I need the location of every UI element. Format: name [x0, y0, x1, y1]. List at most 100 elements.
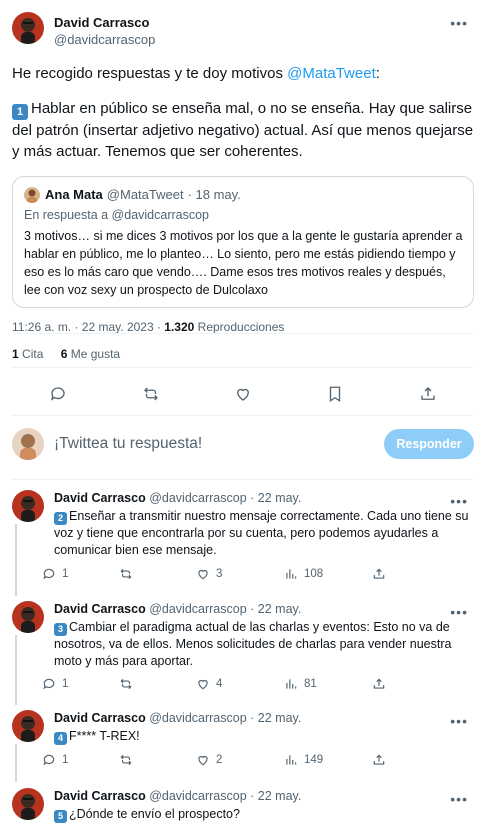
author-handle[interactable]: @davidcarrascop [149, 602, 246, 616]
like-count: 2 [216, 754, 223, 766]
views-count: 1.320 [164, 320, 195, 334]
reply-date[interactable]: · 22 may. [250, 602, 301, 616]
reply-count-button[interactable]: 1 [42, 677, 119, 691]
share-icon[interactable] [372, 567, 392, 581]
reply-text: F**** T-REX! [69, 729, 140, 743]
quoted-tweet[interactable]: Ana Mata @MataTweet · 18 may. En respues… [12, 176, 474, 308]
reply-tweet[interactable]: ••• David Carrasco @davidcarrascop · 22 … [12, 710, 474, 745]
keycap-number-icon: 4 [54, 732, 67, 745]
like-icon[interactable] [228, 379, 258, 409]
views-label: Reproducciones [194, 320, 285, 334]
author-name[interactable]: David Carrasco [54, 491, 146, 505]
retweet-icon [120, 568, 132, 580]
retweet-button[interactable] [119, 677, 196, 691]
author-handle[interactable]: @davidcarrascop [149, 789, 246, 803]
divider [12, 333, 474, 334]
author-handle[interactable]: @davidcarrascop [54, 31, 155, 48]
views-button[interactable]: 108 [284, 567, 372, 581]
reply-date[interactable]: · 22 may. [250, 789, 301, 803]
like-button[interactable]: 4 [196, 677, 284, 691]
reply-icon [43, 754, 55, 766]
reply-input[interactable]: ¡Twittea tu respuesta! [54, 435, 384, 453]
views-count: 108 [304, 568, 324, 580]
views-count: 149 [304, 754, 324, 766]
likes-stat[interactable]: 6 Me gusta [61, 347, 120, 361]
reply-icon [43, 568, 55, 580]
retweet-button[interactable] [119, 753, 196, 767]
quotes-count: 1 [12, 347, 19, 361]
retweet-icon [120, 678, 132, 690]
retweet-icon[interactable] [136, 379, 166, 409]
quote-replying-to: En respuesta a @davidcarrascop [24, 208, 210, 222]
more-options-icon[interactable]: ••• [450, 494, 468, 508]
author-name[interactable]: David Carrasco [54, 711, 146, 725]
timestamp[interactable]: 11:26 a. m. · 22 may. 2023 · [12, 320, 164, 334]
avatar[interactable] [12, 788, 44, 820]
views-button[interactable]: 149 [284, 753, 372, 767]
reply-button[interactable]: Responder [384, 429, 474, 459]
bookmark-icon[interactable] [320, 379, 350, 409]
reply-count-button[interactable]: 1 [42, 567, 119, 581]
quotes-label: Cita [18, 347, 44, 361]
tweet-text: He recogido respuestas y te doy motivos … [12, 63, 474, 162]
reply-count: 1 [62, 678, 69, 690]
author-name[interactable]: David Carrasco [54, 602, 146, 616]
tweet-actions [12, 379, 474, 409]
more-options-icon[interactable]: ••• [450, 792, 468, 806]
avatar[interactable] [12, 490, 44, 522]
reply-text: ¿Dónde te envío el prospecto? [69, 807, 240, 821]
reply-actions: 1 3 108 [42, 567, 392, 581]
like-icon [198, 755, 208, 766]
more-options-icon[interactable]: ••• [450, 16, 468, 30]
current-user-avatar [12, 428, 44, 460]
divider [12, 415, 474, 416]
retweet-button[interactable] [119, 567, 196, 581]
more-options-icon[interactable]: ••• [450, 714, 468, 728]
author-handle[interactable]: @davidcarrascop [149, 491, 246, 505]
reply-actions: 1 2 149 [42, 753, 392, 767]
reply-date[interactable]: · 22 may. [250, 711, 301, 725]
reply-count-button[interactable]: 1 [42, 753, 119, 767]
views-icon [286, 569, 297, 579]
keycap-number-icon: 2 [54, 512, 67, 525]
reply-tweet[interactable]: ••• David Carrasco @davidcarrascop · 22 … [12, 490, 474, 559]
mention-link[interactable]: @MataTweet [287, 65, 376, 82]
keycap-number-icon: 1 [12, 104, 28, 120]
reply-text: Cambiar el paradigma actual de las charl… [54, 620, 452, 668]
like-count: 4 [216, 678, 223, 690]
share-icon[interactable] [372, 677, 392, 691]
divider [12, 479, 474, 480]
reply-count: 1 [62, 568, 69, 580]
quote-author-name: Ana Mata [45, 187, 103, 202]
intro-suffix: : [375, 65, 380, 82]
retweet-icon [120, 754, 132, 766]
share-icon[interactable] [413, 379, 443, 409]
intro-text: He recogido respuestas y te doy motivos [12, 65, 288, 82]
divider [12, 367, 474, 368]
views-icon [286, 679, 297, 689]
reply-composer: ¡Twittea tu respuesta! Responder [12, 427, 474, 461]
quotes-stat[interactable]: 1 Cita [12, 347, 43, 361]
avatar[interactable] [12, 12, 44, 44]
quote-avatar [24, 186, 40, 203]
views-button[interactable]: 81 [284, 677, 372, 691]
more-options-icon[interactable]: ••• [450, 605, 468, 619]
avatar[interactable] [12, 601, 44, 633]
likes-label: Me gusta [67, 347, 121, 361]
like-icon [198, 569, 208, 580]
reply-tweet[interactable]: ••• David Carrasco @davidcarrascop · 22 … [12, 788, 474, 823]
reply-tweet[interactable]: ••• David Carrasco @davidcarrascop · 22 … [12, 601, 474, 670]
like-button[interactable]: 3 [196, 567, 284, 581]
author-name[interactable]: David Carrasco [54, 789, 146, 803]
keycap-number-icon: 3 [54, 623, 67, 636]
reply-date[interactable]: · 22 may. [250, 491, 301, 505]
author-name[interactable]: David Carrasco [54, 14, 155, 31]
avatar[interactable] [12, 710, 44, 742]
like-button[interactable]: 2 [196, 753, 284, 767]
reply-icon [43, 678, 55, 690]
like-count: 3 [216, 568, 223, 580]
main-tweet: David Carrasco @davidcarrascop ••• He re… [12, 12, 474, 335]
share-icon[interactable] [372, 753, 392, 767]
reply-icon[interactable] [43, 379, 73, 409]
author-handle[interactable]: @davidcarrascop [149, 711, 246, 725]
